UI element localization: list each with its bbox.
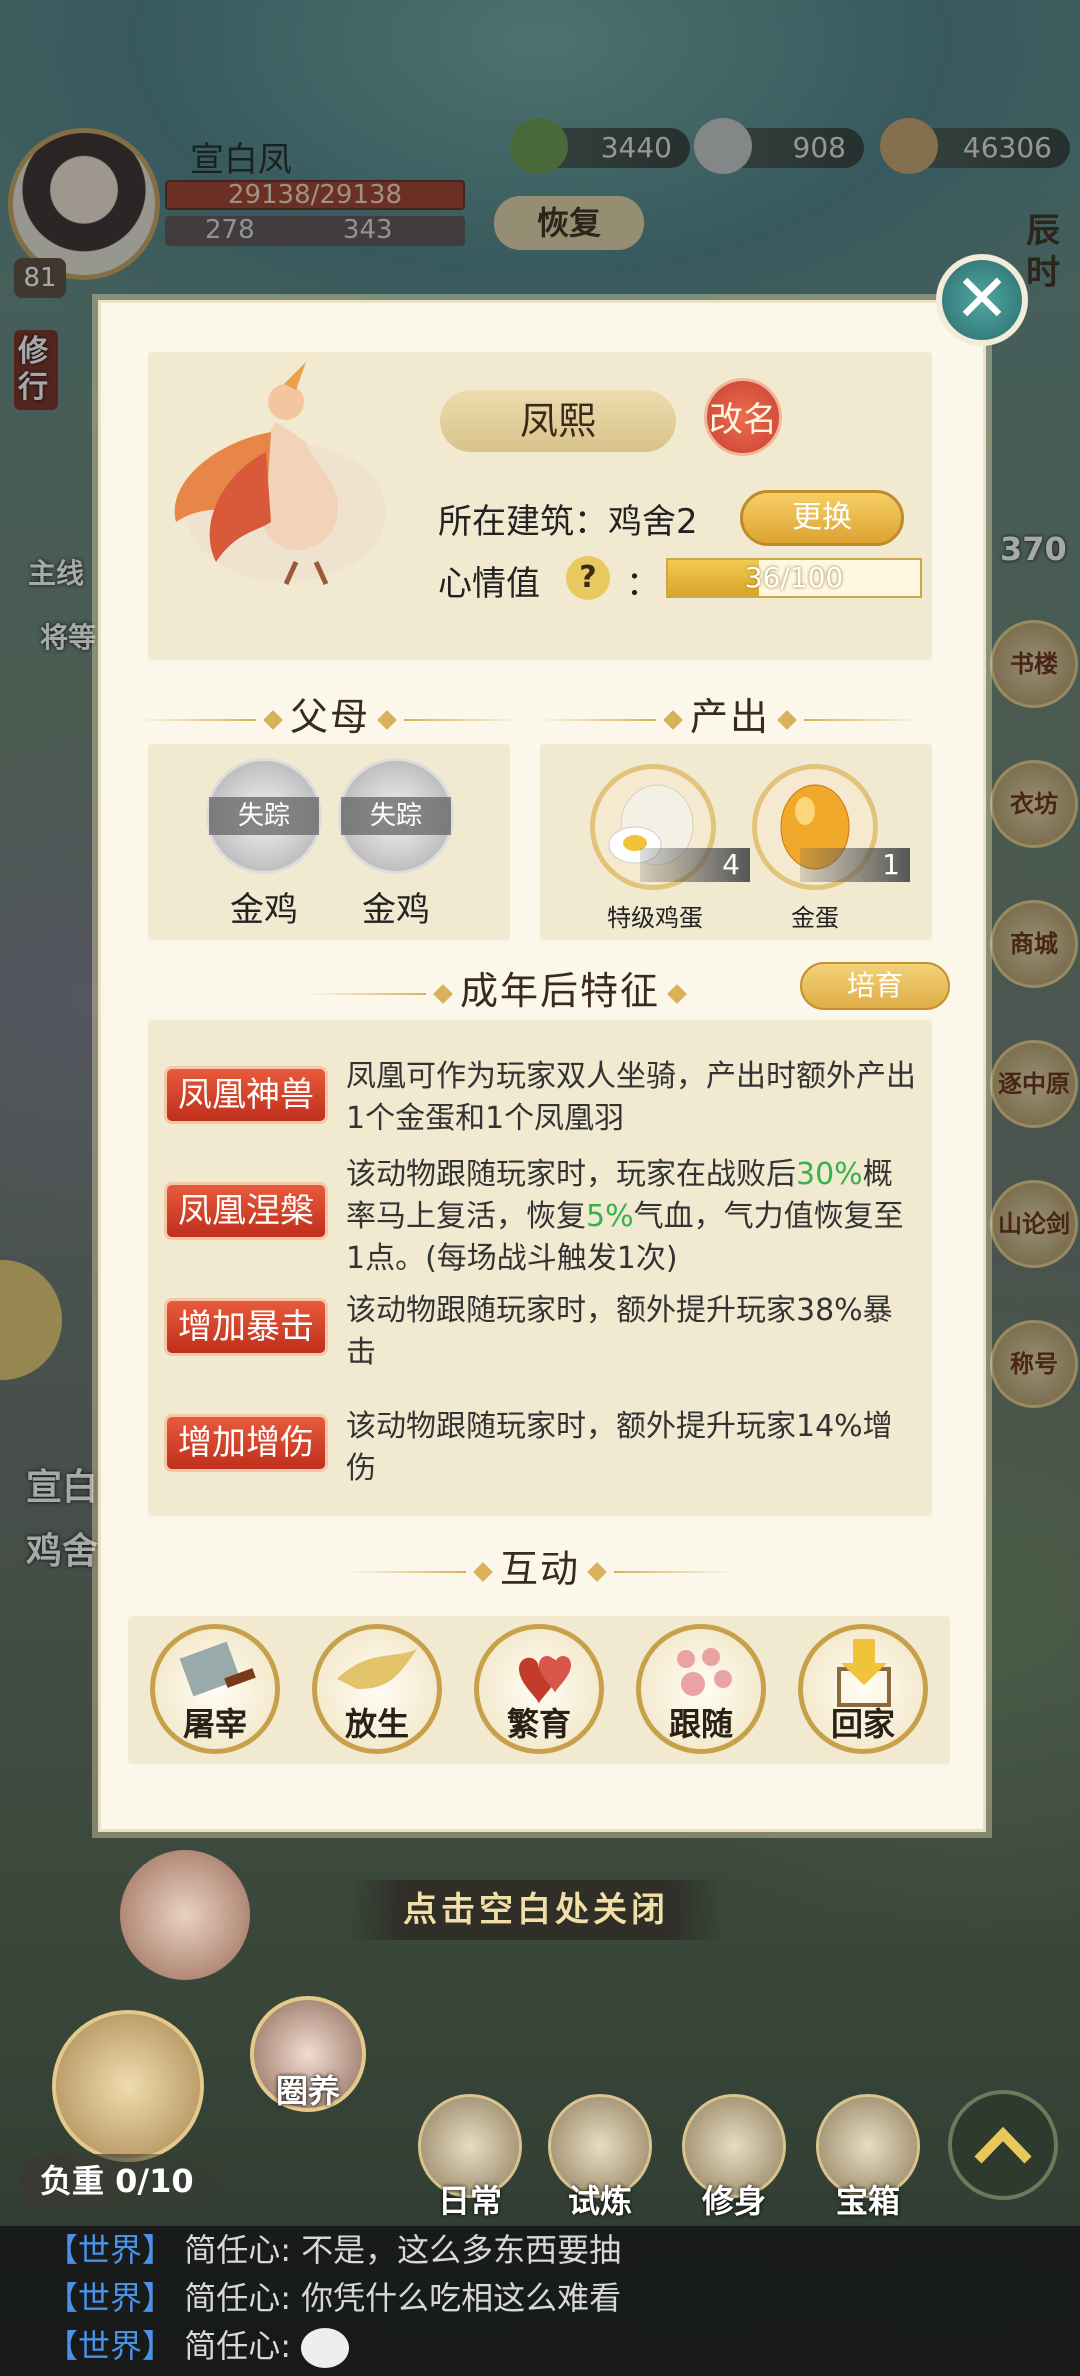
building-label: 所在建筑： (438, 502, 608, 542)
pen-button[interactable]: 圈养 (250, 1996, 366, 2112)
trait-desc-part: 该动物跟随玩家时，玩家在战败后 (346, 1157, 796, 1192)
parent-2-name: 金鸡 (362, 890, 430, 930)
follow-button[interactable]: 跟随 (636, 1624, 766, 1754)
breed-button[interactable]: 培育 (800, 962, 950, 1010)
slaughter-button[interactable]: 屠宰 (150, 1624, 280, 1754)
chat-text: 简任心: 不是，这么多东西要抽 (184, 2231, 622, 2269)
building-row: 所在建筑：鸡舍2 (438, 494, 698, 543)
chat-text: 简任心: 你凭什么吃相这么难看 (184, 2279, 622, 2317)
breed-action-button[interactable]: 繁育 (474, 1624, 604, 1754)
chat-channel: 【世界】 (46, 2327, 175, 2365)
nav-label: 修身 (701, 2182, 766, 2220)
parent-1[interactable]: 失踪 (206, 758, 322, 874)
trait-highlight: 30% (796, 1157, 863, 1192)
section-output-header: 产出 (520, 686, 940, 741)
chat-panel[interactable]: 【世界】 简任心: 不是，这么多东西要抽 【世界】 简任心: 你凭什么吃相这么难… (0, 2226, 1080, 2376)
chevron-up-icon (974, 2126, 1032, 2164)
trait-desc: 该动物跟随玩家时，额外提升玩家38%暴击 (346, 1293, 893, 1370)
trait-desc: 该动物跟随玩家时，额外提升玩家14%增伤 (346, 1409, 893, 1486)
mood-bar-text: 36/100 (744, 561, 844, 594)
section-interact-header: 互动 (290, 1538, 790, 1593)
section-title: 产出 (689, 695, 770, 739)
action-label: 放生 (344, 1705, 409, 1743)
action-label: 屠宰 (182, 1705, 247, 1743)
nav-label: 日常 (437, 2182, 502, 2220)
section-parents-header: 父母 (120, 686, 540, 741)
parents-card (148, 744, 510, 940)
chat-text: 简任心: (184, 2327, 302, 2365)
nav-label: 试炼 (567, 2182, 632, 2220)
trait-tag: 增加增伤 (164, 1414, 328, 1472)
action-label: 繁育 (506, 1705, 571, 1743)
rename-button[interactable]: 改名 (704, 378, 782, 456)
emoji-icon (301, 2328, 350, 2368)
parent-1-name: 金鸡 (230, 890, 298, 930)
action-label: 回家 (830, 1705, 895, 1743)
pet-phoenix-icon[interactable] (120, 1850, 250, 1980)
trait-tag: 凤凰涅槃 (164, 1182, 328, 1240)
output-count: 1 (800, 848, 910, 882)
parent-2[interactable]: 失踪 (338, 758, 454, 874)
help-icon[interactable]: ? (566, 556, 610, 600)
mood-colon: ： (626, 564, 660, 604)
section-title: 父母 (289, 695, 370, 739)
action-label: 跟随 (668, 1705, 733, 1743)
pen-label: 圈养 (275, 2072, 340, 2110)
parent-status: 失踪 (341, 797, 451, 835)
output-count: 4 (640, 848, 750, 882)
release-button[interactable]: 放生 (312, 1624, 442, 1754)
go-home-button[interactable]: 回家 (798, 1624, 928, 1754)
chat-line: 【世界】 简任心: 你凭什么吃相这么难看 (0, 2274, 1080, 2322)
parent-status: 失踪 (209, 797, 319, 835)
trait-desc: 该动物跟随玩家时，玩家在战败后30%概率马上复活，恢复5%气血，气力值恢复至1点… (346, 1154, 920, 1280)
nav-label: 宝箱 (835, 2182, 900, 2220)
trait-tag: 凤凰神兽 (164, 1066, 328, 1124)
output-name: 特级鸡蛋 (607, 904, 703, 932)
section-title: 互动 (499, 1547, 580, 1591)
section-title: 成年后特征 (459, 969, 660, 1013)
mood-label: 心情值 (438, 564, 540, 604)
expand-menu-button[interactable] (948, 2090, 1058, 2200)
mood-bar: 36/100 (666, 558, 922, 598)
cart-icon[interactable] (52, 2010, 204, 2162)
building-value: 鸡舍2 (608, 502, 698, 542)
trait-tag: 增加暴击 (164, 1298, 328, 1356)
trait-desc: 凤凰可作为玩家双人坐骑，产出时额外产出1个金蛋和1个凤凰羽 (346, 1059, 916, 1136)
trait-highlight: 5% (586, 1199, 634, 1234)
chat-line: 【世界】 简任心: (0, 2322, 1080, 2370)
change-building-button[interactable]: 更换 (740, 490, 904, 546)
close-button[interactable]: ✕ (936, 254, 1028, 346)
chat-channel: 【世界】 (46, 2231, 175, 2269)
chat-channel: 【世界】 (46, 2279, 175, 2317)
phoenix-portrait (174, 362, 386, 586)
output-name: 金蛋 (791, 904, 839, 932)
load-indicator: 负重 0/10 (20, 2154, 230, 2208)
close-hint[interactable]: 点击空白处关闭 (346, 1880, 726, 1940)
chat-line: 【世界】 简任心: 不是，这么多东西要抽 (0, 2226, 1080, 2274)
close-icon: ✕ (954, 260, 1010, 337)
pet-name: 凤熙 (440, 390, 676, 452)
